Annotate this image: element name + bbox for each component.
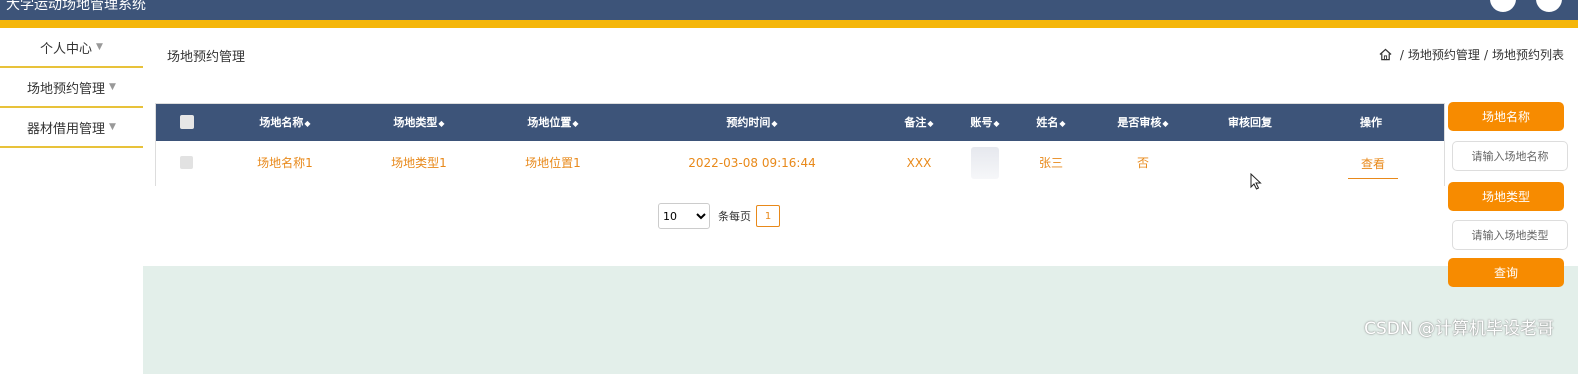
column-header-venue-type[interactable]: 场地类型◆ [393, 104, 444, 141]
cell-venue-name: 场地名称1 [257, 156, 313, 170]
cell-booking-time: 2022-03-08 09:16:44 [688, 156, 816, 170]
page-title: 场地预约管理 [167, 50, 246, 65]
page-size-select[interactable]: 10 [658, 203, 710, 229]
user-icon[interactable] [1490, 0, 1516, 12]
accent-bar [0, 20, 1578, 28]
column-header-remark[interactable]: 备注◆ [904, 104, 933, 141]
sort-icon: ◆ [304, 119, 311, 128]
sidebar-item-personal-center[interactable]: 个人中心 ▼ [0, 28, 143, 68]
sort-icon: ◆ [927, 119, 934, 128]
breadcrumb-item-current: 场地预约列表 [1491, 48, 1564, 62]
sort-icon: ◆ [1059, 119, 1066, 128]
sidebar: 个人中心 ▼ 场地预约管理 ▼ 器材借用管理 ▼ [0, 28, 143, 374]
breadcrumb-separator: / [1399, 47, 1404, 62]
cell-account-image [971, 147, 999, 179]
view-button[interactable]: 查看 [1348, 151, 1398, 179]
column-header-booking-time[interactable]: 预约时间◆ [726, 104, 777, 141]
row-checkbox[interactable] [180, 156, 193, 169]
column-header-label: 是否审核 [1117, 116, 1162, 129]
column-header-label: 预约时间 [726, 116, 771, 129]
app-title: 大学运动场地管理系统 [6, 0, 146, 13]
breadcrumb: / 场地预约管理 / 场地预约列表 [1379, 46, 1564, 63]
caret-down-icon: ▼ [109, 82, 116, 92]
per-page-label: 条每页 [718, 210, 751, 223]
column-header-name[interactable]: 姓名◆ [1036, 104, 1065, 141]
query-button[interactable]: 查询 [1448, 258, 1564, 287]
venue-type-input[interactable] [1452, 220, 1568, 250]
cell-remark: XXX [906, 156, 932, 170]
table-header: 场地名称◆ 场地类型◆ 场地位置◆ 预约时间◆ 备注◆ 账号◆ 姓名◆ 是否审核… [156, 104, 1444, 141]
venue-name-filter-label: 场地名称 [1448, 102, 1564, 131]
caret-down-icon: ▼ [109, 122, 116, 132]
sort-icon: ◆ [771, 119, 778, 128]
sidebar-item-equipment-borrow[interactable]: 器材借用管理 ▼ [0, 108, 143, 148]
breadcrumb-separator: / [1483, 47, 1488, 62]
sort-icon: ◆ [438, 119, 445, 128]
cell-venue-location: 场地位置1 [525, 156, 581, 170]
cell-venue-type: 场地类型1 [391, 156, 447, 170]
column-header-venue-name[interactable]: 场地名称◆ [259, 104, 310, 141]
venue-type-filter-label: 场地类型 [1448, 182, 1564, 211]
top-header: 大学运动场地管理系统 [0, 0, 1578, 20]
caret-down-icon: ▼ [96, 42, 103, 52]
mouse-cursor-icon [1250, 173, 1262, 190]
column-header-account[interactable]: 账号◆ [970, 104, 999, 141]
column-header-label: 姓名 [1036, 116, 1059, 129]
column-header-review-reply: 审核回复 [1228, 116, 1272, 129]
sidebar-item-label: 个人中心 [40, 41, 93, 57]
column-header-label: 场地位置 [527, 116, 572, 129]
sort-icon: ◆ [993, 119, 1000, 128]
column-header-label: 备注 [904, 116, 927, 129]
logout-icon[interactable] [1536, 0, 1562, 12]
sidebar-item-label: 器材借用管理 [27, 121, 106, 137]
column-header-label: 场地名称 [259, 116, 304, 129]
watermark: CSDN @计算机毕设老哥 [1364, 319, 1554, 339]
column-header-actions: 操作 [1360, 116, 1382, 129]
sort-icon: ◆ [1162, 119, 1169, 128]
venue-name-input[interactable] [1452, 141, 1568, 171]
sidebar-item-label: 场地预约管理 [27, 81, 106, 97]
cell-reviewed: 否 [1136, 156, 1150, 170]
main-content [143, 28, 1578, 374]
column-header-reviewed[interactable]: 是否审核◆ [1117, 104, 1168, 141]
sidebar-item-venue-booking[interactable]: 场地预约管理 ▼ [0, 68, 143, 108]
column-header-label: 场地类型 [393, 116, 438, 129]
content-background [143, 266, 1578, 374]
sort-icon: ◆ [572, 119, 579, 128]
home-icon[interactable] [1379, 48, 1392, 61]
column-header-label: 账号 [970, 116, 993, 129]
select-all-checkbox[interactable] [180, 115, 194, 129]
page-number-button[interactable]: 1 [756, 205, 780, 227]
breadcrumb-item[interactable]: 场地预约管理 [1408, 46, 1480, 63]
column-header-venue-location[interactable]: 场地位置◆ [527, 104, 578, 141]
cell-name: 张三 [1038, 156, 1064, 170]
pagination: 10 条每页 1 [658, 203, 780, 229]
